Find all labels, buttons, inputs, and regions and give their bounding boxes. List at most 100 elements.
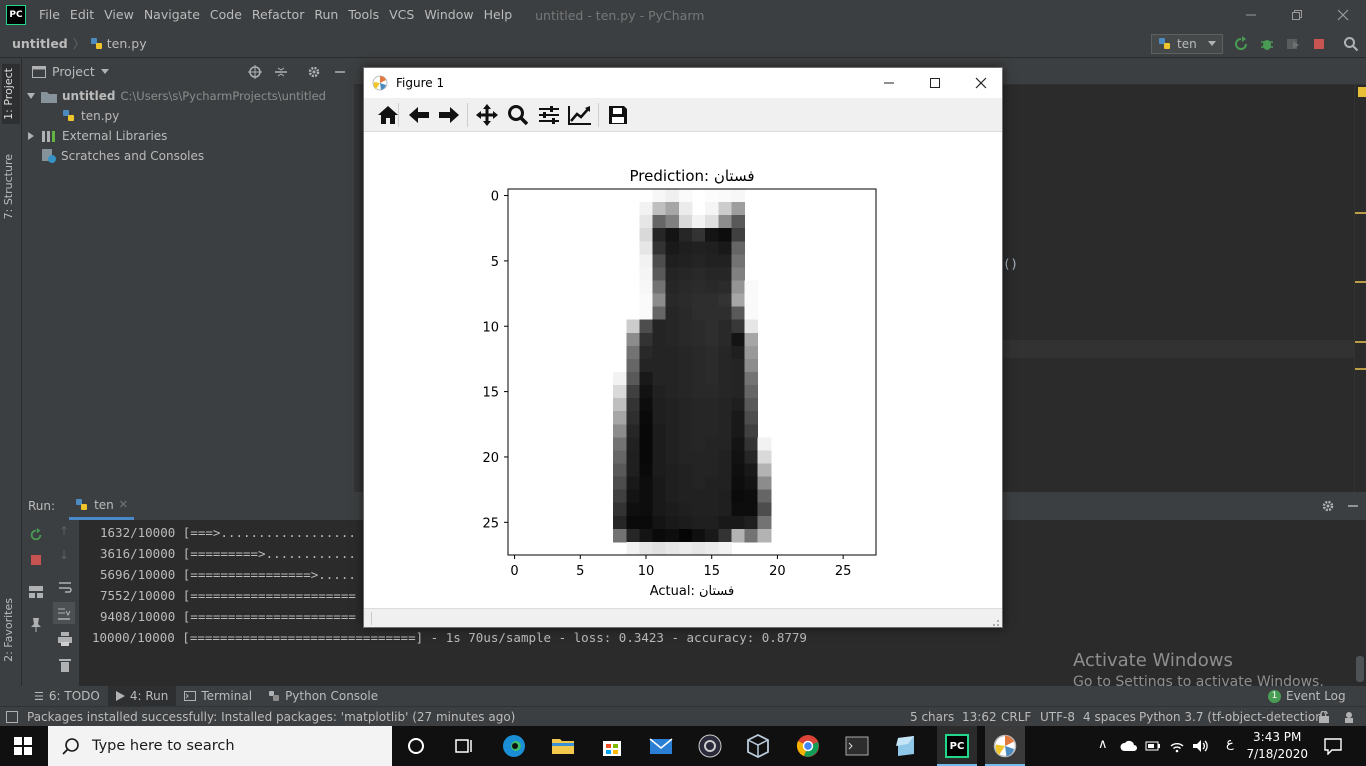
- trash-icon[interactable]: [59, 658, 71, 672]
- tree-scratches-row[interactable]: Scratches and Consoles: [42, 146, 204, 166]
- resize-grip-icon[interactable]: [990, 617, 1000, 627]
- chevron-up-icon[interactable]: ∧: [1098, 737, 1108, 752]
- search-everywhere-icon[interactable]: [1343, 36, 1359, 52]
- breadcrumb-project[interactable]: untitled: [12, 36, 68, 51]
- tab-project[interactable]: 1: Project: [2, 64, 20, 124]
- collapse-all-icon[interactable]: [274, 65, 288, 79]
- debug-icon[interactable]: [1259, 36, 1275, 52]
- menu-file[interactable]: File: [34, 0, 65, 30]
- tree-file-row[interactable]: ten.py: [62, 106, 119, 126]
- taskbar-search-box[interactable]: Type here to search: [48, 726, 392, 766]
- tree-external-row[interactable]: External Libraries: [26, 126, 167, 146]
- restore-button[interactable]: [1274, 0, 1320, 30]
- breadcrumb-file[interactable]: ten.py: [107, 36, 147, 51]
- run-with-coverage-icon[interactable]: [1285, 36, 1301, 52]
- tab-terminal[interactable]: Terminal: [176, 686, 260, 706]
- rerun-icon[interactable]: [1233, 36, 1249, 52]
- gear-icon[interactable]: [1321, 499, 1335, 513]
- menu-window[interactable]: Window: [419, 0, 478, 30]
- tree-root-row[interactable]: untitled C:\Users\s\PycharmProjects\unti…: [26, 86, 326, 106]
- project-panel-title[interactable]: Project: [52, 64, 95, 79]
- arrow-down-icon[interactable]: ↓: [59, 548, 69, 562]
- chevron-down-icon[interactable]: [100, 68, 109, 75]
- command-prompt-icon[interactable]: [845, 734, 869, 758]
- figure-close-button[interactable]: [958, 68, 1004, 98]
- subplots-button[interactable]: [536, 103, 562, 127]
- menu-refactor[interactable]: Refactor: [247, 0, 309, 30]
- status-message[interactable]: Packages installed successfully: Install…: [27, 710, 515, 724]
- back-button[interactable]: [406, 103, 432, 127]
- error-stripe-mark[interactable]: [1355, 281, 1366, 283]
- status-indent[interactable]: 4 spaces: [1083, 710, 1136, 724]
- tab-python-console[interactable]: Python Console: [260, 686, 386, 706]
- menu-vcs[interactable]: VCS: [384, 0, 419, 30]
- taskbar-pycharm-button[interactable]: PC: [937, 726, 977, 766]
- tab-run[interactable]: 4: Run: [107, 686, 177, 706]
- zoom-button[interactable]: [505, 103, 531, 127]
- console-scrollbar[interactable]: [1356, 656, 1364, 682]
- forward-button[interactable]: [436, 103, 462, 127]
- stop-icon[interactable]: [30, 554, 42, 566]
- rerun-icon[interactable]: [29, 528, 43, 542]
- arrow-up-icon[interactable]: ↑: [59, 524, 69, 538]
- error-stripe-mark[interactable]: [1355, 368, 1366, 370]
- status-caret-position[interactable]: 13:62: [962, 710, 997, 724]
- hide-panel-icon[interactable]: [1347, 500, 1359, 512]
- obs-icon[interactable]: [698, 734, 722, 758]
- menu-code[interactable]: Code: [205, 0, 247, 30]
- menu-tools[interactable]: Tools: [343, 0, 384, 30]
- close-button[interactable]: [1320, 0, 1366, 30]
- menu-run[interactable]: Run: [309, 0, 343, 30]
- locate-file-icon[interactable]: [248, 64, 262, 79]
- input-language[interactable]: ع: [1226, 736, 1234, 751]
- windows-start-icon[interactable]: [14, 737, 32, 755]
- event-log-button[interactable]: 1 Event Log: [1260, 686, 1354, 706]
- save-button[interactable]: [605, 103, 631, 127]
- tab-favorites[interactable]: 2: Favorites: [2, 598, 15, 662]
- close-tab-icon[interactable]: ✕: [119, 498, 128, 511]
- notifications-icon[interactable]: [1324, 737, 1342, 755]
- taskbar-figure-button[interactable]: [985, 726, 1025, 766]
- restore-layout-icon[interactable]: [29, 586, 43, 598]
- task-view-icon[interactable]: [452, 734, 476, 758]
- hide-panel-icon[interactable]: [334, 66, 346, 78]
- print-icon[interactable]: [58, 632, 72, 646]
- figure-minimize-button[interactable]: [866, 68, 912, 98]
- menu-view[interactable]: View: [99, 0, 139, 30]
- status-interpreter[interactable]: Python 3.7 (tf-object-detection): [1139, 710, 1327, 724]
- battery-icon[interactable]: [1145, 738, 1161, 754]
- file-explorer-icon[interactable]: [551, 734, 575, 758]
- soft-wrap-icon[interactable]: [58, 580, 72, 594]
- wifi-icon[interactable]: [1169, 738, 1185, 754]
- mail-icon[interactable]: [649, 734, 673, 758]
- figure-maximize-button[interactable]: [912, 68, 958, 98]
- menu-edit[interactable]: Edit: [65, 0, 99, 30]
- cortana-icon[interactable]: [404, 734, 428, 758]
- chrome-icon[interactable]: [796, 734, 820, 758]
- run-tab-ten[interactable]: ten ✕: [69, 492, 134, 520]
- tab-todo[interactable]: ☰ 6: TODO: [26, 686, 108, 706]
- toggle-tool-windows-icon[interactable]: [6, 710, 18, 723]
- status-line-separator[interactable]: CRLF: [1001, 710, 1031, 724]
- figure-canvas[interactable]: 0 5 10 15 20 25 0 5 10 15 20 25 Prediction: فستان Act…: [364, 132, 1002, 608]
- error-stripe-mark[interactable]: [1355, 341, 1366, 343]
- menu-navigate[interactable]: Navigate: [139, 0, 205, 30]
- edge-icon[interactable]: [502, 734, 526, 758]
- run-configuration-select[interactable]: ten: [1151, 34, 1223, 54]
- virtualbox-icon[interactable]: [746, 734, 770, 758]
- notes-app-icon[interactable]: [894, 734, 918, 758]
- onedrive-cloud-icon[interactable]: [1120, 739, 1138, 753]
- edit-axes-button[interactable]: [567, 103, 593, 127]
- scroll-to-end-button[interactable]: [53, 602, 75, 624]
- stop-icon[interactable]: [1311, 36, 1327, 52]
- gear-icon[interactable]: [307, 65, 321, 79]
- tab-structure[interactable]: 7: Structure: [2, 154, 15, 219]
- error-stripe-mark[interactable]: [1355, 212, 1366, 214]
- memory-indicator-icon[interactable]: [1343, 711, 1355, 723]
- taskbar-clock[interactable]: 3:43 PM 7/18/2020: [1246, 729, 1308, 763]
- inspection-status-icon[interactable]: [1358, 87, 1366, 97]
- speaker-icon[interactable]: [1192, 738, 1210, 754]
- pin-icon[interactable]: [30, 618, 42, 632]
- minimize-button[interactable]: [1228, 0, 1274, 30]
- lock-icon[interactable]: [1318, 711, 1330, 723]
